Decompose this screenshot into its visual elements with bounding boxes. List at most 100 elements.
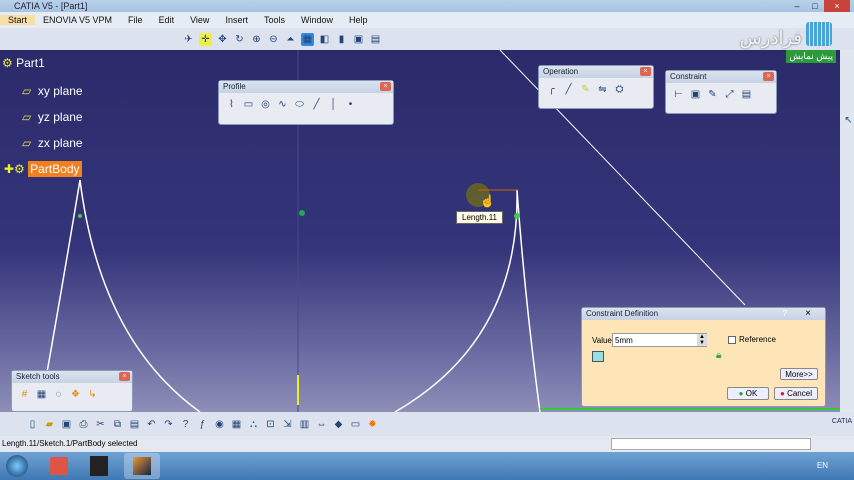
constraint-dialog-icon[interactable]: ⊢ bbox=[672, 88, 685, 101]
menu-file[interactable]: File bbox=[120, 15, 151, 25]
taskbar: EN bbox=[0, 452, 854, 480]
hide-show-icon[interactable]: ▣ bbox=[352, 33, 365, 46]
dimensional-constraints-icon[interactable]: ↳ bbox=[86, 388, 99, 401]
lock-icon[interactable]: ⊡ bbox=[264, 418, 277, 431]
rectangle-icon[interactable]: ▭ bbox=[242, 98, 255, 111]
menu-tools[interactable]: Tools bbox=[256, 15, 293, 25]
lock-icon[interactable]: 🔒︎ bbox=[716, 350, 721, 361]
profile-icon[interactable]: ⌇ bbox=[225, 98, 238, 111]
constraint-icon[interactable]: ▣ bbox=[689, 88, 702, 101]
open-icon[interactable]: ▰ bbox=[43, 418, 56, 431]
powerpoint-taskbar-icon[interactable] bbox=[50, 457, 68, 475]
zoom-in-icon[interactable]: ⊕ bbox=[250, 33, 263, 46]
help-button[interactable]: ? bbox=[783, 309, 787, 318]
hand-cursor-icon: ☝ bbox=[480, 194, 495, 208]
tree-item-zx-plane[interactable]: ▱ zx plane bbox=[22, 136, 83, 150]
construction-icon[interactable]: ◌ bbox=[52, 388, 65, 401]
geometric-constraints-icon[interactable]: ❖ bbox=[69, 388, 82, 401]
zoom-out-icon[interactable]: ⊖ bbox=[267, 33, 280, 46]
paste-icon[interactable]: ▤ bbox=[128, 418, 141, 431]
contact-icon[interactable]: ✎ bbox=[706, 88, 719, 101]
knowledge-icon[interactable]: ◉ bbox=[213, 418, 226, 431]
corner-icon[interactable]: ╭ bbox=[545, 83, 558, 96]
exit-workbench-icon[interactable]: ↖ bbox=[842, 114, 854, 127]
tree-root[interactable]: ⚙ Part1 bbox=[2, 56, 45, 70]
body-icon: ✚⚙ bbox=[4, 162, 25, 176]
value-input[interactable] bbox=[612, 333, 707, 347]
sketch-analysis-icon[interactable]: ⇲ bbox=[281, 418, 294, 431]
menu-insert[interactable]: Insert bbox=[217, 15, 256, 25]
new-icon[interactable]: ▯ bbox=[26, 418, 39, 431]
mirror-icon[interactable]: ⇋ bbox=[596, 83, 609, 96]
menu-start[interactable]: Start bbox=[0, 15, 36, 25]
menu-edit[interactable]: Edit bbox=[151, 15, 183, 25]
snap-icon[interactable]: ▦ bbox=[35, 388, 48, 401]
command-input[interactable] bbox=[611, 438, 811, 450]
sketch-tools-title: Sketch tools bbox=[12, 371, 132, 383]
plane-icon: ▱ bbox=[22, 84, 32, 98]
measure-icon[interactable]: ⇔ bbox=[315, 418, 328, 431]
close-icon[interactable]: × bbox=[763, 72, 774, 81]
circle-icon[interactable]: ◎ bbox=[259, 98, 272, 111]
project-icon[interactable]: ⛭ bbox=[613, 83, 626, 96]
undo-icon[interactable]: ↶ bbox=[145, 418, 158, 431]
redo-icon[interactable]: ↷ bbox=[162, 418, 175, 431]
profile-toolbar: Profile × ⌇ ▭ ◎ ∿ ⬭ ╱ │ • bbox=[218, 80, 394, 125]
menu-help[interactable]: Help bbox=[341, 15, 376, 25]
catia-window-taskbar-button[interactable] bbox=[124, 453, 160, 479]
print-icon[interactable]: ⎙ bbox=[77, 418, 90, 431]
ok-button[interactable]: ● OK bbox=[727, 387, 769, 400]
tree-item-partbody[interactable]: ✚⚙ PartBody bbox=[4, 161, 82, 177]
fix-together-icon[interactable]: ⤢ bbox=[723, 88, 736, 101]
pan-icon[interactable]: ✥ bbox=[216, 33, 229, 46]
view-icon[interactable]: ▭ bbox=[349, 418, 362, 431]
render-icon[interactable]: ◆ bbox=[332, 418, 345, 431]
menu-enovia[interactable]: ENOVIA V5 VPM bbox=[35, 15, 120, 25]
table-icon[interactable]: ▦ bbox=[230, 418, 243, 431]
point-icon[interactable]: • bbox=[344, 98, 357, 111]
shading-icon[interactable]: ▮ bbox=[335, 33, 348, 46]
value-spinner[interactable]: ▲ ▼ bbox=[697, 334, 707, 346]
grid-icon[interactable]: ▥ bbox=[298, 418, 311, 431]
tree-item-yz-plane[interactable]: ▱ yz plane bbox=[22, 110, 83, 124]
catia-launcher-taskbar-icon[interactable] bbox=[90, 456, 108, 476]
tree-icon[interactable]: ⛬ bbox=[247, 418, 260, 431]
book-logo-icon bbox=[806, 22, 832, 46]
whats-this-icon[interactable]: ? bbox=[179, 418, 192, 431]
chamfer-icon[interactable]: ╱ bbox=[562, 83, 575, 96]
close-icon[interactable]: × bbox=[380, 82, 391, 91]
iso-view-icon[interactable]: ◧ bbox=[318, 33, 331, 46]
swap-space-icon[interactable]: ▤ bbox=[369, 33, 382, 46]
menu-window[interactable]: Window bbox=[293, 15, 341, 25]
axis-icon[interactable]: │ bbox=[327, 98, 340, 111]
copy-icon[interactable]: ⧉ bbox=[111, 418, 124, 431]
sketch-canvas[interactable]: ⚙ Part1 ▱ xy plane ▱ yz plane ▱ zx plane… bbox=[0, 50, 840, 412]
spline-icon[interactable]: ∿ bbox=[276, 98, 289, 111]
tree-item-xy-plane[interactable]: ▱ xy plane bbox=[22, 84, 83, 98]
fit-all-icon[interactable]: ✛ bbox=[199, 33, 212, 46]
hide-icon[interactable]: ✹ bbox=[366, 418, 379, 431]
grid-icon[interactable]: # bbox=[18, 388, 31, 401]
more-button[interactable]: More>> bbox=[780, 368, 818, 380]
reference-checkbox[interactable] bbox=[728, 336, 736, 344]
normal-view-icon[interactable]: ⏶ bbox=[284, 33, 297, 46]
ellipse-icon[interactable]: ⬭ bbox=[293, 98, 306, 111]
trim-icon[interactable]: ✎ bbox=[579, 83, 592, 96]
fly-mode-icon[interactable]: ✈ bbox=[182, 33, 195, 46]
dialog-close-button[interactable]: × bbox=[805, 308, 811, 319]
animate-icon[interactable]: ▤ bbox=[740, 88, 753, 101]
close-icon[interactable]: × bbox=[640, 67, 651, 76]
rotate-icon[interactable]: ↻ bbox=[233, 33, 246, 46]
status-text: Length.11/Sketch.1/PartBody selected bbox=[2, 439, 138, 448]
close-icon[interactable]: × bbox=[119, 372, 130, 381]
cancel-button[interactable]: ● Cancel bbox=[774, 387, 818, 400]
start-button[interactable] bbox=[6, 455, 28, 477]
menu-view[interactable]: View bbox=[182, 15, 217, 25]
dialog-title: Constraint Definition bbox=[582, 308, 825, 320]
line-icon[interactable]: ╱ bbox=[310, 98, 323, 111]
language-indicator[interactable]: EN bbox=[817, 461, 828, 470]
formula-icon[interactable]: ƒ bbox=[196, 418, 209, 431]
cut-icon[interactable]: ✂ bbox=[94, 418, 107, 431]
save-icon[interactable]: ▣ bbox=[60, 418, 73, 431]
multi-view-icon[interactable]: ▦ bbox=[301, 33, 314, 46]
